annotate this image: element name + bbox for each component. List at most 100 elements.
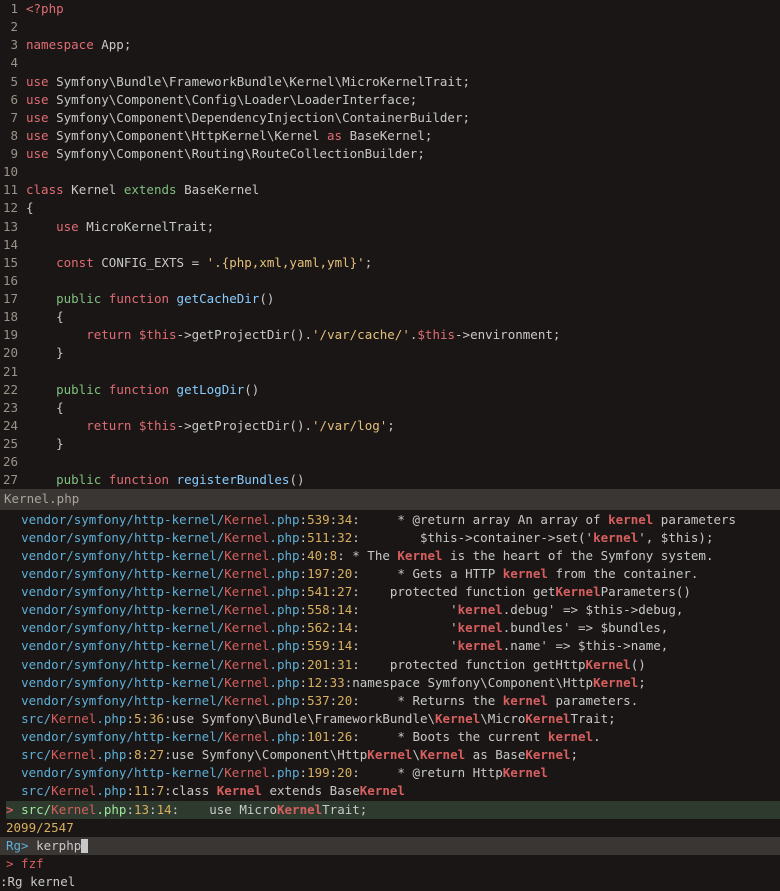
code-content: public function registerBundles()	[26, 471, 780, 489]
code-content	[26, 163, 780, 181]
code-line[interactable]: 27 public function registerBundles()	[0, 471, 780, 489]
code-content	[26, 54, 780, 72]
result-line[interactable]: vendor/symfony/http-kernel/Kernel.php:53…	[6, 511, 780, 529]
code-line[interactable]: 19 return $this->getProjectDir().'/var/c…	[0, 326, 780, 344]
vim-command-line[interactable]: :Rg kernel	[0, 873, 780, 891]
code-content: return $this->getProjectDir().'/var/log'…	[26, 417, 780, 435]
line-number: 21	[0, 363, 26, 381]
code-content: use MicroKernelTrait;	[26, 218, 780, 236]
text-cursor	[81, 839, 88, 853]
result-line[interactable]: vendor/symfony/http-kernel/Kernel.php:10…	[6, 728, 780, 746]
line-number: 6	[0, 91, 26, 109]
prompt-input[interactable]: kerphp	[36, 838, 81, 853]
code-content	[26, 236, 780, 254]
line-number: 27	[0, 471, 26, 489]
code-content: {	[26, 199, 780, 217]
code-line[interactable]: 9use Symfony\Component\Routing\RouteColl…	[0, 145, 780, 163]
code-line[interactable]: 2	[0, 18, 780, 36]
code-content: use Symfony\Bundle\FrameworkBundle\Kerne…	[26, 73, 780, 91]
code-line[interactable]: 5use Symfony\Bundle\FrameworkBundle\Kern…	[0, 73, 780, 91]
result-line[interactable]: vendor/symfony/http-kernel/Kernel.php:55…	[6, 601, 780, 619]
result-line[interactable]: vendor/symfony/http-kernel/Kernel.php:51…	[6, 529, 780, 547]
code-editor[interactable]: 1<?php23namespace App;45use Symfony\Bund…	[0, 0, 780, 489]
code-content	[26, 453, 780, 471]
result-line[interactable]: vendor/symfony/http-kernel/Kernel.php:20…	[6, 656, 780, 674]
line-number: 5	[0, 73, 26, 91]
code-content: const CONFIG_EXTS = '.{php,xml,yaml,yml}…	[26, 254, 780, 272]
result-line[interactable]: vendor/symfony/http-kernel/Kernel.php:12…	[6, 674, 780, 692]
code-content: {	[26, 308, 780, 326]
result-line[interactable]: vendor/symfony/http-kernel/Kernel.php:55…	[6, 637, 780, 655]
code-content: }	[26, 344, 780, 362]
code-line[interactable]: 24 return $this->getProjectDir().'/var/l…	[0, 417, 780, 435]
code-content: use Symfony\Component\HttpKernel\Kernel …	[26, 127, 780, 145]
code-line[interactable]: 17 public function getCacheDir()	[0, 290, 780, 308]
code-line[interactable]: 18 {	[0, 308, 780, 326]
code-line[interactable]: 25 }	[0, 435, 780, 453]
code-content: return $this->getProjectDir().'/var/cach…	[26, 326, 780, 344]
line-number: 2	[0, 18, 26, 36]
line-number: 14	[0, 236, 26, 254]
result-line[interactable]: vendor/symfony/http-kernel/Kernel.php:53…	[6, 692, 780, 710]
code-content	[26, 363, 780, 381]
line-number: 16	[0, 272, 26, 290]
line-number: 15	[0, 254, 26, 272]
result-line[interactable]: vendor/symfony/http-kernel/Kernel.php:19…	[6, 764, 780, 782]
line-number: 10	[0, 163, 26, 181]
code-content	[26, 18, 780, 36]
line-number: 25	[0, 435, 26, 453]
line-number: 12	[0, 199, 26, 217]
result-count: 2099/2547	[0, 819, 780, 837]
code-line[interactable]: 21	[0, 363, 780, 381]
code-line[interactable]: 15 const CONFIG_EXTS = '.{php,xml,yaml,y…	[0, 254, 780, 272]
result-line-selected[interactable]: > src/Kernel.php:13:14: use MicroKernelT…	[6, 801, 780, 819]
code-line[interactable]: 12{	[0, 199, 780, 217]
result-line[interactable]: vendor/symfony/http-kernel/Kernel.php:56…	[6, 619, 780, 637]
code-content: }	[26, 435, 780, 453]
code-line[interactable]: 10	[0, 163, 780, 181]
code-line[interactable]: 14	[0, 236, 780, 254]
fzf-indicator: > fzf	[0, 855, 780, 873]
line-number: 11	[0, 181, 26, 199]
code-line[interactable]: 11class Kernel extends BaseKernel	[0, 181, 780, 199]
code-content	[26, 272, 780, 290]
code-line[interactable]: 16	[0, 272, 780, 290]
line-number: 23	[0, 399, 26, 417]
code-content: {	[26, 399, 780, 417]
line-number: 4	[0, 54, 26, 72]
result-line[interactable]: vendor/symfony/http-kernel/Kernel.php:19…	[6, 565, 780, 583]
code-line[interactable]: 23 {	[0, 399, 780, 417]
code-line[interactable]: 6use Symfony\Component\Config\Loader\Loa…	[0, 91, 780, 109]
result-line[interactable]: src/Kernel.php:5:36:use Symfony\Bundle\F…	[6, 710, 780, 728]
line-number: 17	[0, 290, 26, 308]
filename-bar: Kernel.php	[0, 489, 780, 509]
code-line[interactable]: 26	[0, 453, 780, 471]
line-number: 7	[0, 109, 26, 127]
code-line[interactable]: 13 use MicroKernelTrait;	[0, 218, 780, 236]
code-line[interactable]: 3namespace App;	[0, 36, 780, 54]
result-line[interactable]: src/Kernel.php:8:27:use Symfony\Componen…	[6, 746, 780, 764]
code-content: namespace App;	[26, 36, 780, 54]
code-content: use Symfony\Component\Routing\RouteColle…	[26, 145, 780, 163]
code-line[interactable]: 7use Symfony\Component\DependencyInjecti…	[0, 109, 780, 127]
code-content: use Symfony\Component\Config\Loader\Load…	[26, 91, 780, 109]
code-content: public function getLogDir()	[26, 381, 780, 399]
result-line[interactable]: vendor/symfony/http-kernel/Kernel.php:40…	[6, 547, 780, 565]
code-line[interactable]: 22 public function getLogDir()	[0, 381, 780, 399]
code-line[interactable]: 1<?php	[0, 0, 780, 18]
line-number: 1	[0, 0, 26, 18]
line-number: 22	[0, 381, 26, 399]
code-content: class Kernel extends BaseKernel	[26, 181, 780, 199]
line-number: 8	[0, 127, 26, 145]
search-results[interactable]: vendor/symfony/http-kernel/Kernel.php:53…	[0, 510, 780, 819]
search-prompt[interactable]: Rg> kerphp	[0, 837, 780, 855]
line-number: 9	[0, 145, 26, 163]
line-number: 18	[0, 308, 26, 326]
code-content: public function getCacheDir()	[26, 290, 780, 308]
code-line[interactable]: 4	[0, 54, 780, 72]
code-line[interactable]: 20 }	[0, 344, 780, 362]
result-line[interactable]: vendor/symfony/http-kernel/Kernel.php:54…	[6, 583, 780, 601]
code-line[interactable]: 8use Symfony\Component\HttpKernel\Kernel…	[0, 127, 780, 145]
result-line[interactable]: src/Kernel.php:11:7:class Kernel extends…	[6, 782, 780, 800]
line-number: 3	[0, 36, 26, 54]
